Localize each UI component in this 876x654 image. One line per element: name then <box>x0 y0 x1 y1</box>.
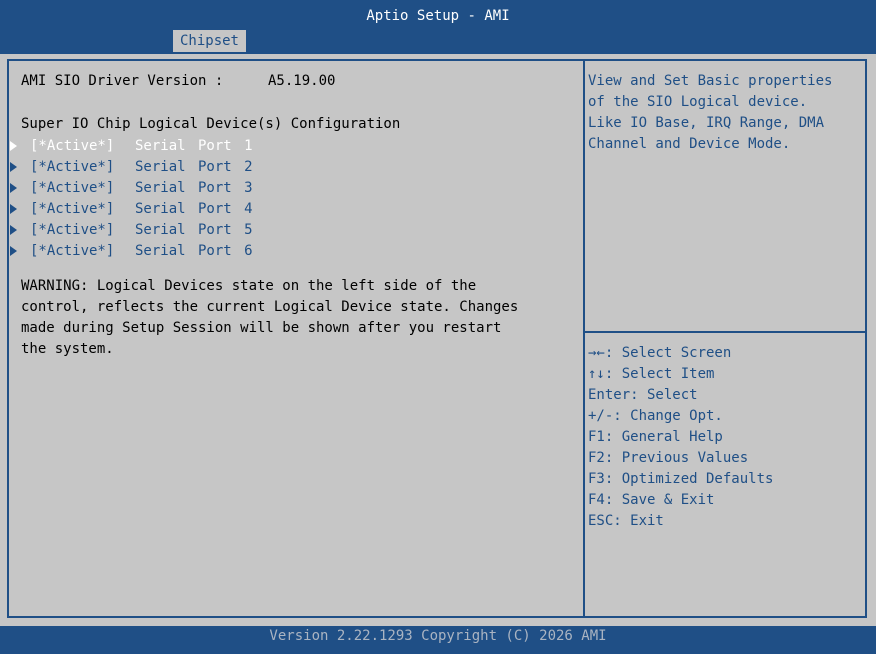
device-status: [*Active*] <box>30 180 115 196</box>
device-status: [*Active*] <box>30 201 115 217</box>
device-status: [*Active*] <box>30 138 115 154</box>
submenu-arrow-icon <box>10 183 17 193</box>
help-line: Like IO Base, IRQ Range, DMA <box>588 115 825 131</box>
device-name: Serial Port 3 <box>135 180 253 196</box>
submenu-arrow-icon <box>10 225 17 235</box>
device-name: Serial Port 1 <box>135 138 253 154</box>
key-change-opt: +/-: Change Opt. <box>588 408 723 424</box>
help-line: of the SIO Logical device. <box>588 94 808 110</box>
footer-bar: Version 2.22.1293 Copyright (C) 2026 AMI <box>0 626 876 654</box>
submenu-arrow-icon <box>10 204 17 214</box>
device-name: Serial Port 6 <box>135 243 253 259</box>
app-title: Aptio Setup - AMI <box>366 8 510 24</box>
key-f1: F1: General Help <box>588 429 723 445</box>
tab-chipset[interactable]: Chipset <box>173 30 246 52</box>
key-enter: Enter: Select <box>588 387 698 403</box>
submenu-arrow-icon <box>10 141 17 151</box>
submenu-arrow-icon <box>10 162 17 172</box>
device-status: [*Active*] <box>30 159 115 175</box>
driver-version-value: A5.19.00 <box>268 73 336 89</box>
device-name: Serial Port 2 <box>135 159 253 175</box>
section-heading: Super IO Chip Logical Device(s) Configur… <box>21 116 401 132</box>
help-line: View and Set Basic properties <box>588 73 833 89</box>
key-esc: ESC: Exit <box>588 513 664 529</box>
content-frame: AMI SIO Driver Version : A5.19.00 Super … <box>7 59 867 618</box>
warning-line: the system. <box>21 341 114 357</box>
submenu-arrow-icon <box>10 246 17 256</box>
title-bar: Aptio Setup - AMI Chipset <box>0 0 876 54</box>
device-name: Serial Port 4 <box>135 201 253 217</box>
key-f2: F2: Previous Values <box>588 450 749 466</box>
key-f4: F4: Save & Exit <box>588 492 715 508</box>
vertical-divider <box>583 61 585 616</box>
key-f3: F3: Optimized Defaults <box>588 471 774 487</box>
warning-line: WARNING: Logical Devices state on the le… <box>21 278 477 294</box>
warning-line: made during Setup Session will be shown … <box>21 320 502 336</box>
help-line: Channel and Device Mode. <box>588 136 791 152</box>
key-select-screen: →←: Select Screen <box>588 345 732 361</box>
key-select-item: ↑↓: Select Item <box>588 366 715 382</box>
version-copyright: Version 2.22.1293 Copyright (C) 2026 AMI <box>269 628 607 644</box>
driver-version-label: AMI SIO Driver Version : <box>21 73 224 89</box>
horizontal-divider <box>585 331 865 333</box>
device-status: [*Active*] <box>30 222 115 238</box>
warning-line: control, reflects the current Logical De… <box>21 299 519 315</box>
device-status: [*Active*] <box>30 243 115 259</box>
device-name: Serial Port 5 <box>135 222 253 238</box>
main-panel: AMI SIO Driver Version : A5.19.00 Super … <box>0 54 876 626</box>
